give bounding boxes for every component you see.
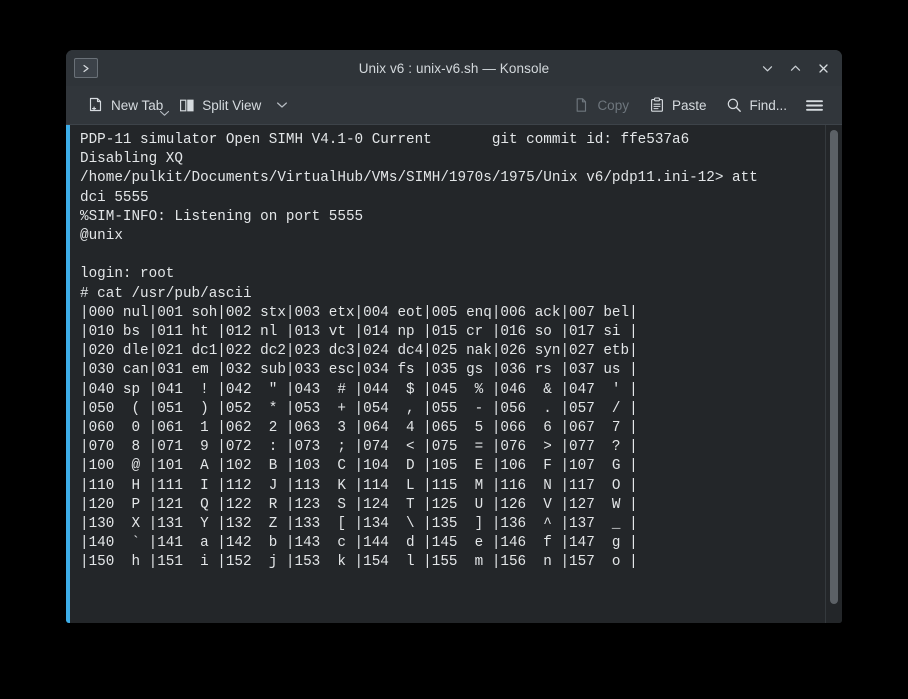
main-toolbar: New Tab Split View Copy Paste Find... — [66, 86, 842, 124]
copy-button[interactable]: Copy — [566, 93, 637, 117]
terminal-display[interactable]: PDP-11 simulator Open SIMH V4.1-0 Curren… — [70, 125, 842, 623]
search-icon — [726, 97, 742, 113]
new-tab-chevron-down-icon[interactable] — [159, 104, 170, 122]
copy-label: Copy — [597, 97, 629, 113]
hamburger-menu-button[interactable] — [799, 94, 830, 117]
find-button[interactable]: Find... — [718, 93, 795, 117]
vertical-scrollbar[interactable] — [825, 125, 842, 623]
new-tab-label: New Tab — [111, 97, 164, 113]
maximize-button[interactable] — [782, 55, 808, 81]
split-view-chevron-down-icon[interactable] — [270, 97, 294, 113]
vertical-scrollbar-thumb[interactable] — [830, 130, 838, 604]
window-controls — [754, 55, 836, 81]
split-view-label: Split View — [202, 97, 262, 113]
paste-icon — [649, 97, 665, 113]
konsole-window: Unix v6 : unix-v6.sh — Konsole New Tab S… — [66, 50, 842, 623]
close-button[interactable] — [810, 55, 836, 81]
paste-button[interactable]: Paste — [641, 93, 715, 117]
toolbar-right-group: Copy Paste Find... — [566, 93, 830, 117]
hamburger-menu-icon — [805, 98, 824, 113]
paste-label: Paste — [671, 97, 707, 113]
terminal-area: PDP-11 simulator Open SIMH V4.1-0 Curren… — [66, 124, 842, 623]
split-view-button[interactable]: Split View — [171, 94, 269, 117]
terminal-prompt-icon — [74, 58, 98, 78]
find-label: Find... — [749, 97, 787, 113]
copy-icon — [574, 97, 590, 113]
terminal-output-text: PDP-11 simulator Open SIMH V4.1-0 Curren… — [80, 132, 758, 571]
window-title: Unix v6 : unix-v6.sh — Konsole — [358, 60, 550, 76]
minimize-button[interactable] — [754, 55, 780, 81]
new-tab-icon — [88, 97, 104, 113]
window-titlebar[interactable]: Unix v6 : unix-v6.sh — Konsole — [66, 50, 842, 86]
split-view-icon — [179, 98, 195, 113]
new-tab-button[interactable]: New Tab — [80, 93, 171, 117]
